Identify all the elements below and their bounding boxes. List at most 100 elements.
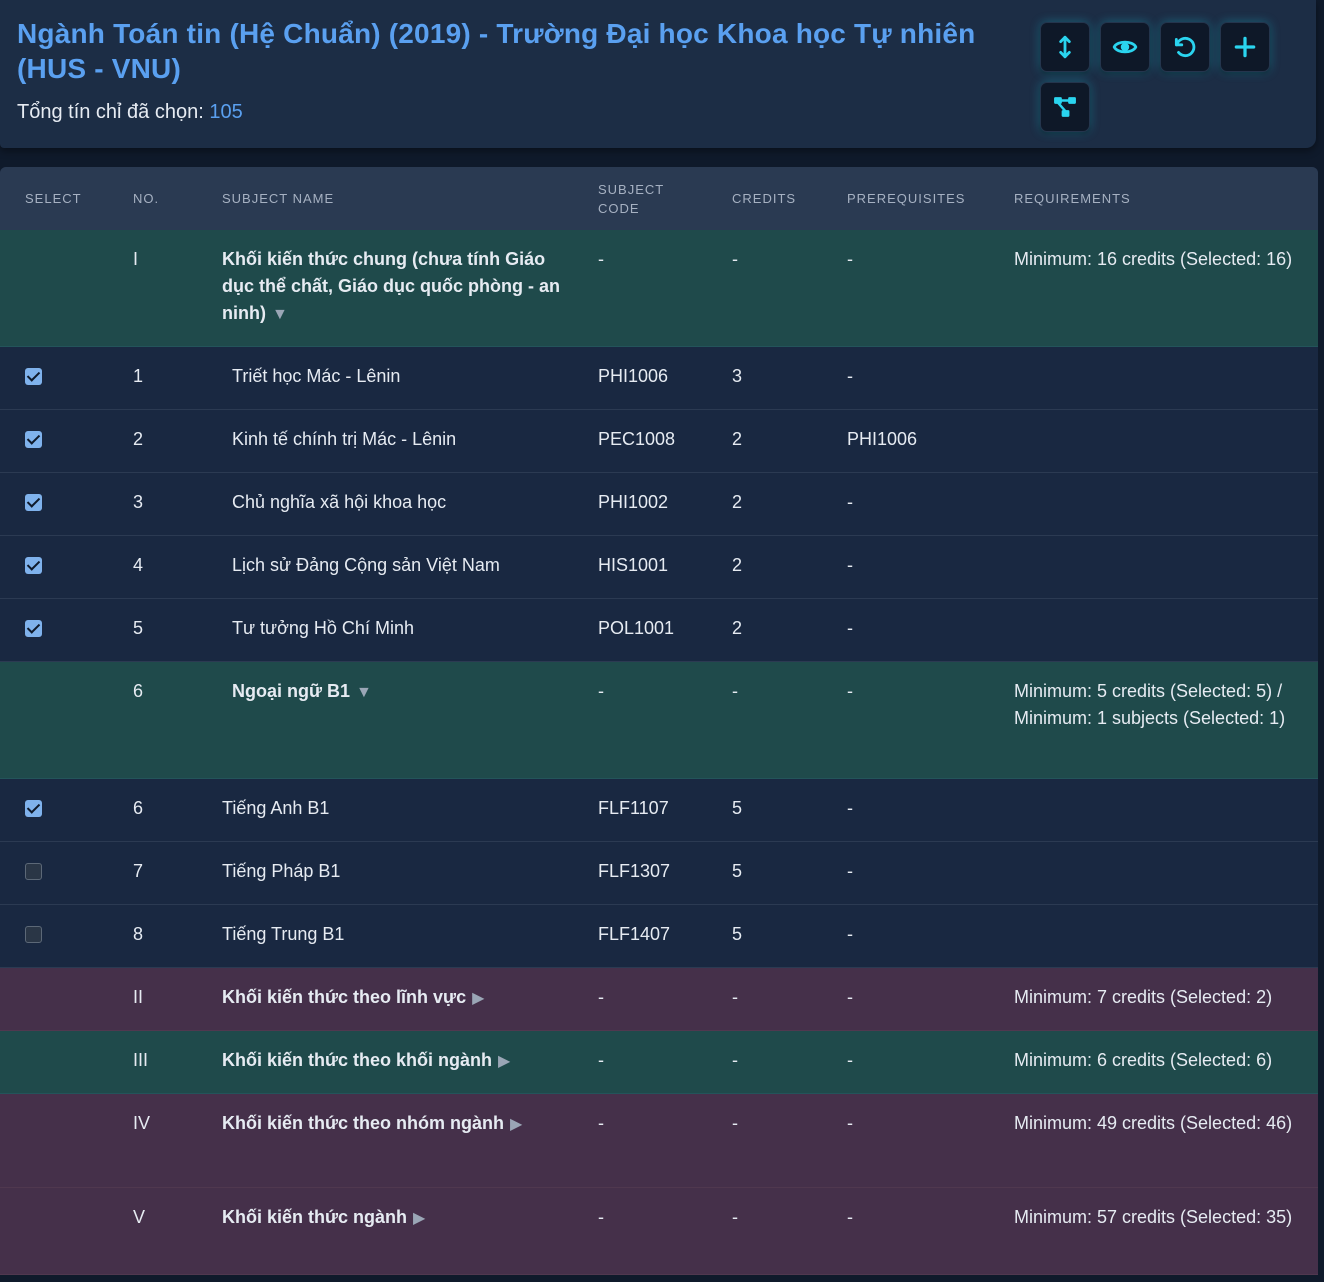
- group-row[interactable]: II Khối kiến thức theo lĩnh vực ▶ - - - Minimu…: [0, 968, 1318, 1031]
- prerequisites: -: [847, 618, 853, 638]
- column-subject-code-line1: SUBJECT: [598, 181, 665, 197]
- credits: -: [732, 1050, 738, 1070]
- column-subject-name: SUBJECT NAME: [222, 191, 335, 206]
- prerequisites: -: [847, 681, 853, 701]
- total-credits: Tổng tín chỉ đã chọn: 105: [17, 98, 243, 126]
- subject-name-text: Triết học Mác - Lênin: [232, 366, 401, 386]
- row-number: II: [133, 987, 144, 1007]
- subject-name[interactable]: Khối kiến thức theo nhóm ngành ▶: [222, 1110, 562, 1138]
- group-row[interactable]: 6 Ngoại ngữ B1 ▼ - - - Minimum: 5 credits (Sel…: [0, 662, 1318, 779]
- toggle-visibility-button[interactable]: [1100, 22, 1150, 72]
- credits: 5: [732, 924, 743, 944]
- subject-name[interactable]: Ngoại ngữ B1 ▼: [232, 678, 572, 706]
- total-credits-value: 105: [209, 101, 243, 123]
- caret-right-icon[interactable]: ▶: [472, 990, 484, 1007]
- subject-name: Lịch sử Đảng Cộng sản Việt Nam: [232, 552, 572, 579]
- row-number: 1: [133, 366, 144, 386]
- requirements: Minimum: 6 credits (Selected: 6): [1014, 1050, 1273, 1070]
- prerequisites: -: [847, 861, 853, 881]
- subject-name[interactable]: Khối kiến thức theo lĩnh vực ▶: [222, 984, 562, 1012]
- requirements: Minimum: 49 credits (Selected: 46): [1014, 1113, 1293, 1133]
- table-row: 5 Tư tưởng Hồ Chí Minh POL1001 2 -: [0, 599, 1318, 662]
- row-number: III: [133, 1050, 149, 1070]
- curriculum-table: SELECT NO. SUBJECT NAME SUBJECT CODE CRE…: [0, 167, 1318, 1275]
- credits: -: [732, 987, 738, 1007]
- subject-code: FLF1407: [598, 924, 671, 944]
- prerequisites: PHI1006: [847, 429, 918, 449]
- subject-name-text: Ngoại ngữ B1: [232, 681, 351, 701]
- subject-name-text: Chủ nghĩa xã hội khoa học: [232, 492, 447, 512]
- caret-right-icon[interactable]: ▶: [510, 1116, 522, 1133]
- prerequisites: -: [847, 1113, 853, 1133]
- subject-name-text: Khối kiến thức theo nhóm ngành: [222, 1113, 505, 1133]
- caret-down-icon[interactable]: ▼: [356, 684, 372, 701]
- caret-down-icon[interactable]: ▼: [272, 306, 288, 323]
- table-row: 2 Kinh tế chính trị Mác - Lênin PEC1008 2 PH…: [0, 410, 1318, 473]
- credits: -: [732, 1113, 738, 1133]
- plus-icon: [1234, 36, 1256, 58]
- row-number: 6: [133, 681, 144, 701]
- column-requirements: REQUIREMENTS: [1014, 191, 1131, 206]
- subject-code: POL1001: [598, 618, 675, 638]
- select-checkbox[interactable]: [25, 431, 42, 448]
- table-row: 1 Triết học Mác - Lênin PHI1006 3 -: [0, 347, 1318, 410]
- row-number: 6: [133, 798, 144, 818]
- prerequisites: -: [847, 249, 853, 269]
- subject-code: PHI1002: [598, 492, 669, 512]
- reset-button[interactable]: [1160, 22, 1210, 72]
- row-number: 4: [133, 555, 144, 575]
- prerequisite-graph-button[interactable]: [1040, 82, 1090, 132]
- table-row: 8 Tiếng Trung B1 FLF1407 5 -: [0, 905, 1318, 968]
- subject-name[interactable]: Khối kiến thức ngành ▶: [222, 1204, 562, 1232]
- group-row[interactable]: I Khối kiến thức chung (chưa tính Giáo dụ…: [0, 230, 1318, 347]
- requirements: Minimum: 7 credits (Selected: 2): [1014, 987, 1273, 1007]
- subject-name-text: Tiếng Trung B1: [222, 924, 345, 944]
- requirements: Minimum: 5 credits (Selected: 5) / Minim…: [1014, 681, 1286, 728]
- subject-code: FLF1307: [598, 861, 671, 881]
- credits: -: [732, 1207, 738, 1227]
- subject-name-text: Khối kiến thức theo khối ngành: [222, 1050, 493, 1070]
- subject-name: Tiếng Pháp B1: [222, 858, 562, 885]
- subject-code: -: [598, 1050, 604, 1070]
- undo-icon: [1174, 36, 1196, 58]
- table-row: 4 Lịch sử Đảng Cộng sản Việt Nam HIS1001 2 -: [0, 536, 1318, 599]
- select-checkbox[interactable]: [25, 557, 42, 574]
- row-number: 5: [133, 618, 144, 638]
- select-checkbox[interactable]: [25, 620, 42, 637]
- select-checkbox[interactable]: [25, 800, 42, 817]
- total-credits-label: Tổng tín chỉ đã chọn:: [17, 101, 204, 123]
- prerequisites: -: [847, 492, 853, 512]
- column-subject-code-line2: CODE: [598, 200, 640, 216]
- subject-code: -: [598, 1207, 604, 1227]
- row-number: 2: [133, 429, 144, 449]
- group-row[interactable]: III Khối kiến thức theo khối ngành ▶ - - - Min…: [0, 1031, 1318, 1094]
- caret-right-icon[interactable]: ▶: [413, 1210, 425, 1227]
- column-no: NO.: [133, 191, 160, 206]
- group-row[interactable]: V Khối kiến thức ngành ▶ - - - Minimum: 57 cre…: [0, 1188, 1318, 1275]
- group-row[interactable]: IV Khối kiến thức theo nhóm ngành ▶ - - - Mini…: [0, 1094, 1318, 1188]
- row-number: 8: [133, 924, 144, 944]
- subject-code: FLF1107: [598, 798, 669, 818]
- credits: 2: [732, 492, 743, 512]
- expand-collapse-button[interactable]: [1040, 22, 1090, 72]
- select-checkbox[interactable]: [25, 863, 42, 880]
- table-row: 3 Chủ nghĩa xã hội khoa học PHI1002 2 -: [0, 473, 1318, 536]
- select-checkbox[interactable]: [25, 368, 42, 385]
- subject-name: Triết học Mác - Lênin: [232, 363, 572, 390]
- subject-name[interactable]: Khối kiến thức chung (chưa tính Giáo dục…: [222, 246, 562, 328]
- subject-name-text: Tiếng Pháp B1: [222, 861, 341, 881]
- subject-name: Kinh tế chính trị Mác - Lênin: [232, 426, 572, 453]
- add-button[interactable]: [1220, 22, 1270, 72]
- subject-name[interactable]: Khối kiến thức theo khối ngành ▶: [222, 1047, 562, 1075]
- row-number: I: [133, 249, 139, 269]
- credits: 2: [732, 429, 743, 449]
- select-checkbox[interactable]: [25, 926, 42, 943]
- select-checkbox[interactable]: [25, 494, 42, 511]
- prerequisites: -: [847, 555, 853, 575]
- subject-name: Tiếng Trung B1: [222, 921, 562, 948]
- prerequisites: -: [847, 1207, 853, 1227]
- eye-icon: [1112, 40, 1138, 54]
- prerequisites: -: [847, 924, 853, 944]
- caret-right-icon[interactable]: ▶: [498, 1053, 510, 1070]
- prerequisites: -: [847, 366, 853, 386]
